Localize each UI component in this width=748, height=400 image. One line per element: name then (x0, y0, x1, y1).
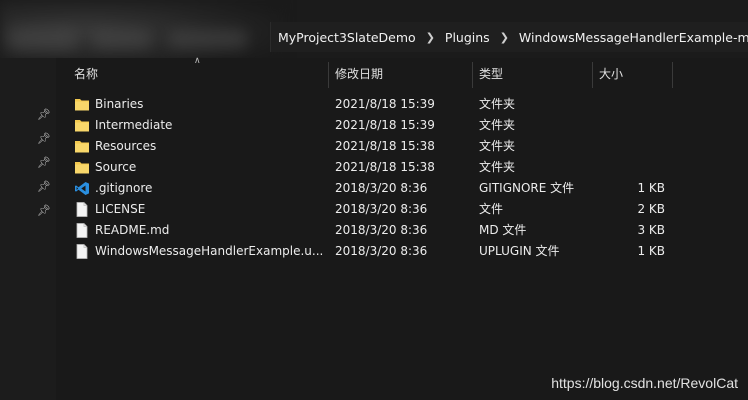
file-type: UPLUGIN 文件 (479, 244, 560, 258)
file-size (593, 157, 665, 178)
file-size: 1 KB (637, 244, 665, 258)
file-rows: Binaries 2021/8/18 15:39 文件夹 Intermediat… (56, 94, 748, 262)
file-name: WindowsMessageHandlerExample.u... (95, 244, 324, 258)
folder-icon (75, 99, 89, 111)
pin-icon[interactable]: 📌︎ (36, 107, 52, 123)
file-size: 1 KB (637, 181, 665, 195)
breadcrumb-item-plugins[interactable]: Plugins (445, 30, 490, 45)
file-size (593, 94, 665, 115)
column-header-name[interactable]: 名称 (68, 62, 329, 86)
file-name-cell: WindowsMessageHandlerExample.u... (74, 241, 336, 262)
breadcrumb-item-project[interactable]: MyProject3SlateDemo (278, 30, 416, 45)
file-type: 文件夹 (479, 160, 516, 174)
file-name: Binaries (95, 97, 144, 111)
file-name-cell: Resources (74, 136, 336, 157)
file-date: 2018/3/20 8:36 (335, 181, 428, 195)
pin-icon[interactable]: 📌︎ (36, 131, 52, 147)
watermark-text: https://blog.csdn.net/RevolCat (551, 375, 738, 391)
file-type: 文件夹 (479, 118, 516, 132)
file-size: 3 KB (637, 223, 665, 237)
chevron-right-icon: ❯ (499, 30, 509, 44)
file-name-cell: .gitignore (74, 178, 336, 199)
column-header-size[interactable]: 大小 (593, 62, 671, 86)
file-name: LICENSE (95, 202, 146, 216)
file-type: GITIGNORE 文件 (479, 181, 575, 195)
breadcrumb-item-current[interactable]: WindowsMessageHandlerExample-master (519, 30, 748, 45)
file-size (593, 115, 665, 136)
file-type: 文件夹 (479, 97, 516, 111)
folder-icon (75, 162, 89, 174)
file-row[interactable]: Binaries 2021/8/18 15:39 文件夹 (56, 94, 748, 115)
file-name: .gitignore (95, 181, 153, 195)
breadcrumb[interactable]: MyProject3SlateDemo ❯ Plugins ❯ WindowsM… (278, 22, 748, 52)
file-name-cell: Source (74, 157, 336, 178)
column-header-date[interactable]: 修改日期 (329, 62, 473, 86)
folder-icon (75, 141, 89, 153)
file-icon (76, 244, 88, 259)
file-date: 2021/8/18 15:39 (335, 118, 435, 132)
file-name: Resources (95, 139, 157, 153)
pin-icon[interactable]: 📌︎ (36, 203, 52, 219)
top-bar: MyProject3SlateDemo ❯ Plugins ❯ WindowsM… (0, 0, 748, 70)
column-header: ∧ 名称 修改日期 类型 大小 (56, 56, 748, 88)
file-row[interactable]: Resources 2021/8/18 15:38 文件夹 (56, 136, 748, 157)
file-date: 2021/8/18 15:39 (335, 97, 435, 111)
file-row[interactable]: README.md 2018/3/20 8:36 MD 文件 3 KB (56, 220, 748, 241)
file-row[interactable]: WindowsMessageHandlerExample.u... 2018/3… (56, 241, 748, 262)
file-size (593, 136, 665, 157)
file-date: 2018/3/20 8:36 (335, 202, 428, 216)
blurred-blob (92, 30, 152, 48)
file-row[interactable]: Source 2021/8/18 15:38 文件夹 (56, 157, 748, 178)
file-name-cell: Binaries (74, 94, 336, 115)
file-name: Source (95, 160, 137, 174)
file-date: 2021/8/18 15:38 (335, 139, 435, 153)
column-header-type[interactable]: 类型 (473, 62, 593, 86)
file-date: 2018/3/20 8:36 (335, 244, 428, 258)
pin-icon[interactable]: 📌︎ (36, 179, 52, 195)
file-size: 2 KB (637, 202, 665, 216)
chevron-right-icon: ❯ (425, 30, 435, 44)
file-row[interactable]: .gitignore 2018/3/20 8:36 GITIGNORE 文件 1… (56, 178, 748, 199)
file-explorer-window: MyProject3SlateDemo ❯ Plugins ❯ WindowsM… (0, 0, 748, 400)
file-name: README.md (95, 223, 170, 237)
file-row[interactable]: Intermediate 2021/8/18 15:39 文件夹 (56, 115, 748, 136)
file-name-cell: README.md (74, 220, 336, 241)
file-type: MD 文件 (479, 223, 527, 237)
file-icon (76, 223, 88, 238)
file-date: 2021/8/18 15:38 (335, 160, 435, 174)
blurred-blob (168, 30, 248, 48)
file-list: ∧ 名称 修改日期 类型 大小 Binaries 2021/8/18 15:39 (56, 56, 748, 400)
file-row[interactable]: LICENSE 2018/3/20 8:36 文件 2 KB (56, 199, 748, 220)
file-date: 2018/3/20 8:36 (335, 223, 428, 237)
file-name-cell: Intermediate (74, 115, 336, 136)
file-icon (76, 202, 88, 217)
folder-icon (75, 120, 89, 132)
file-type: 文件夹 (479, 139, 516, 153)
pin-icon[interactable]: 📌︎ (36, 155, 52, 171)
vscode-icon (75, 182, 89, 195)
blurred-blob (8, 28, 78, 50)
file-name-cell: LICENSE (74, 199, 336, 220)
file-type: 文件 (479, 202, 504, 216)
navigation-pane: 📌︎ 📌︎ 📌︎ 📌︎ 📌︎ (0, 58, 56, 400)
file-name: Intermediate (95, 118, 173, 132)
column-divider[interactable] (672, 62, 673, 88)
